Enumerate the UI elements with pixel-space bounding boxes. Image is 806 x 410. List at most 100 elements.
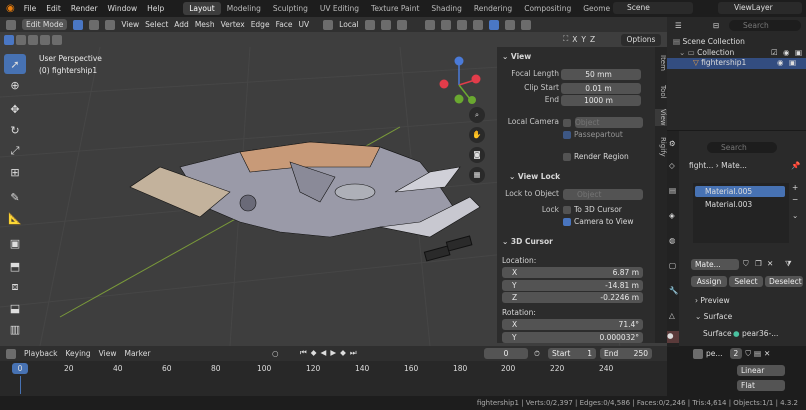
assign-button[interactable]: Assign <box>691 276 727 287</box>
tab-shading[interactable]: Shading <box>425 2 467 15</box>
cursor-x-field[interactable]: X 6.87 m <box>502 267 643 278</box>
material-slot-0[interactable]: Material.005 <box>695 186 785 197</box>
select-mode-new-icon[interactable] <box>4 34 14 45</box>
sidebar-tab-view[interactable]: View <box>655 109 667 126</box>
vertex-select-icon[interactable] <box>73 19 84 30</box>
fake-user-icon[interactable]: ⛉ <box>743 259 749 269</box>
view-section-header[interactable]: ⌄ View <box>502 52 531 61</box>
menu-view[interactable]: View <box>121 20 139 29</box>
clip-end-field[interactable]: 1000 m <box>561 95 641 106</box>
menu-select[interactable]: Select <box>145 20 168 29</box>
unlink-material-icon[interactable]: ✕ <box>767 259 773 268</box>
menu-file[interactable]: File <box>19 4 42 13</box>
play-reverse-icon[interactable]: ◀ <box>321 348 327 358</box>
select-mode-subtract-icon[interactable] <box>28 34 38 45</box>
move-tool-icon[interactable]: ✥ <box>4 99 26 119</box>
local-camera-checkbox[interactable] <box>563 119 571 127</box>
new-material-icon[interactable]: ❐ <box>755 259 762 268</box>
slot-menu-icon[interactable]: ⌄ <box>792 211 798 220</box>
menu-edge[interactable]: Edge <box>251 20 270 29</box>
scale-tool-icon[interactable]: ⤢ <box>4 141 26 161</box>
local-camera-field[interactable]: Object <box>575 117 643 128</box>
image-texture-icon[interactable] <box>693 348 703 359</box>
auto-keying-icon[interactable]: ○ <box>272 349 279 358</box>
mirror-x[interactable]: X <box>572 35 577 44</box>
menu-uv[interactable]: UV <box>299 20 310 29</box>
end-frame-field[interactable]: End 250 <box>600 348 652 359</box>
passepartout-checkbox[interactable] <box>563 131 571 139</box>
add-slot-icon[interactable]: + <box>792 183 798 192</box>
select-mode-invert-icon[interactable] <box>40 34 50 45</box>
cursor-z-field[interactable]: Z -0.2246 m <box>502 292 643 303</box>
data-props-icon[interactable]: △ <box>669 311 675 320</box>
mode-selector[interactable]: Edit Mode <box>22 19 68 30</box>
rotation-x-field[interactable]: X 71.4° <box>502 319 643 330</box>
visibility-eye-icon[interactable]: ◉ <box>783 48 790 57</box>
3d-cursor-header[interactable]: ⌄ 3D Cursor <box>502 237 553 246</box>
timeline-keying-menu[interactable]: Keying <box>65 349 90 358</box>
tool-props-icon[interactable]: ⚙ <box>669 139 676 148</box>
annotate-tool-icon[interactable]: ✎ <box>4 187 26 207</box>
jump-end-icon[interactable]: ⏭ <box>350 348 357 358</box>
sidebar-tab-rigify[interactable]: Rigify <box>655 137 667 157</box>
start-frame-field[interactable]: Start 1 <box>548 348 596 359</box>
mirror-z[interactable]: Z <box>590 35 595 44</box>
navigation-gizmo[interactable] <box>439 56 481 105</box>
material-selector[interactable]: Mate... <box>691 259 739 270</box>
link-filter-icon[interactable]: ⧩ <box>785 259 792 269</box>
outliner-search-input[interactable]: Search <box>729 20 801 31</box>
zoom-icon[interactable]: ⌕ <box>469 107 485 123</box>
xray-icon[interactable] <box>456 19 467 30</box>
scene-collection-row[interactable]: ▤ Scene Collection <box>673 37 745 46</box>
wireframe-shading-icon[interactable] <box>472 19 483 30</box>
menu-window[interactable]: Window <box>103 4 143 13</box>
menu-add[interactable]: Add <box>174 20 189 29</box>
surface-shader-field[interactable]: ● pear36-... <box>733 329 778 338</box>
editor-type-icon[interactable] <box>6 19 16 30</box>
object-visibility-eye-icon[interactable]: ◉ <box>777 58 784 67</box>
lock-object-field[interactable]: Object <box>563 189 643 200</box>
playhead-frame[interactable]: 0 <box>12 363 28 374</box>
view-lock-header[interactable]: ⌄ View Lock <box>509 172 560 181</box>
image-name[interactable]: pe... <box>706 349 723 358</box>
sidebar-tab-tool[interactable]: Tool <box>655 85 667 99</box>
blender-logo-icon[interactable]: ◉ <box>6 3 15 14</box>
camera-to-view-checkbox[interactable] <box>563 218 571 226</box>
menu-render[interactable]: Render <box>66 4 103 13</box>
bevel-tool-icon[interactable]: ⬓ <box>4 298 26 318</box>
tab-uv-editing[interactable]: UV Editing <box>314 2 365 15</box>
rendered-shading-icon[interactable] <box>520 19 531 30</box>
select-button[interactable]: Select <box>729 276 763 287</box>
menu-help[interactable]: Help <box>142 4 169 13</box>
surface-panel-header[interactable]: ⌄ Surface <box>695 312 732 321</box>
pan-hand-icon[interactable]: ✋ <box>469 127 485 143</box>
timeline-ruler[interactable]: 0 20 40 60 80 100 120 140 160 180 200 22… <box>0 362 655 376</box>
face-select-icon[interactable] <box>105 19 116 30</box>
ortho-grid-icon[interactable]: ▦ <box>469 167 485 183</box>
outliner-filter-icon[interactable]: ⊟ <box>713 21 719 30</box>
menu-face[interactable]: Face <box>276 20 293 29</box>
timeline-editor-icon[interactable] <box>6 348 16 359</box>
rotation-y-field[interactable]: Y 0.000032° <box>502 332 643 343</box>
timeline-view-menu[interactable]: View <box>99 349 117 358</box>
focal-length-field[interactable]: 50 mm <box>561 69 641 80</box>
mirror-y[interactable]: Y <box>581 35 586 44</box>
view-layer-selector[interactable]: ViewLayer <box>718 2 802 14</box>
world-props-icon[interactable]: ◍ <box>669 236 676 245</box>
projection-select[interactable]: Flat <box>737 380 785 391</box>
material-shading-icon[interactable] <box>504 19 515 30</box>
clip-start-field[interactable]: 0.01 m <box>561 83 641 94</box>
edge-select-icon[interactable] <box>89 19 100 30</box>
material-slot-1[interactable]: Material.003 <box>695 199 785 210</box>
object-render-icon[interactable]: ▣ <box>789 58 796 67</box>
exclude-checkbox-icon[interactable]: ☑ <box>771 48 778 57</box>
properties-search-input[interactable]: Search <box>707 142 777 153</box>
render-region-checkbox[interactable] <box>563 153 571 161</box>
overlay-icon[interactable] <box>440 19 451 30</box>
modifier-props-icon[interactable]: 🔧 <box>669 286 678 295</box>
prev-keyframe-icon[interactable]: ◆ <box>311 348 317 358</box>
collection-row[interactable]: ⌄ ▭ Collection ☑ ◉ ▣ <box>679 48 804 57</box>
jump-start-icon[interactable]: ⏮ <box>300 348 307 358</box>
play-icon[interactable]: ▶ <box>330 348 336 358</box>
select-mode-extend-icon[interactable] <box>16 34 26 45</box>
